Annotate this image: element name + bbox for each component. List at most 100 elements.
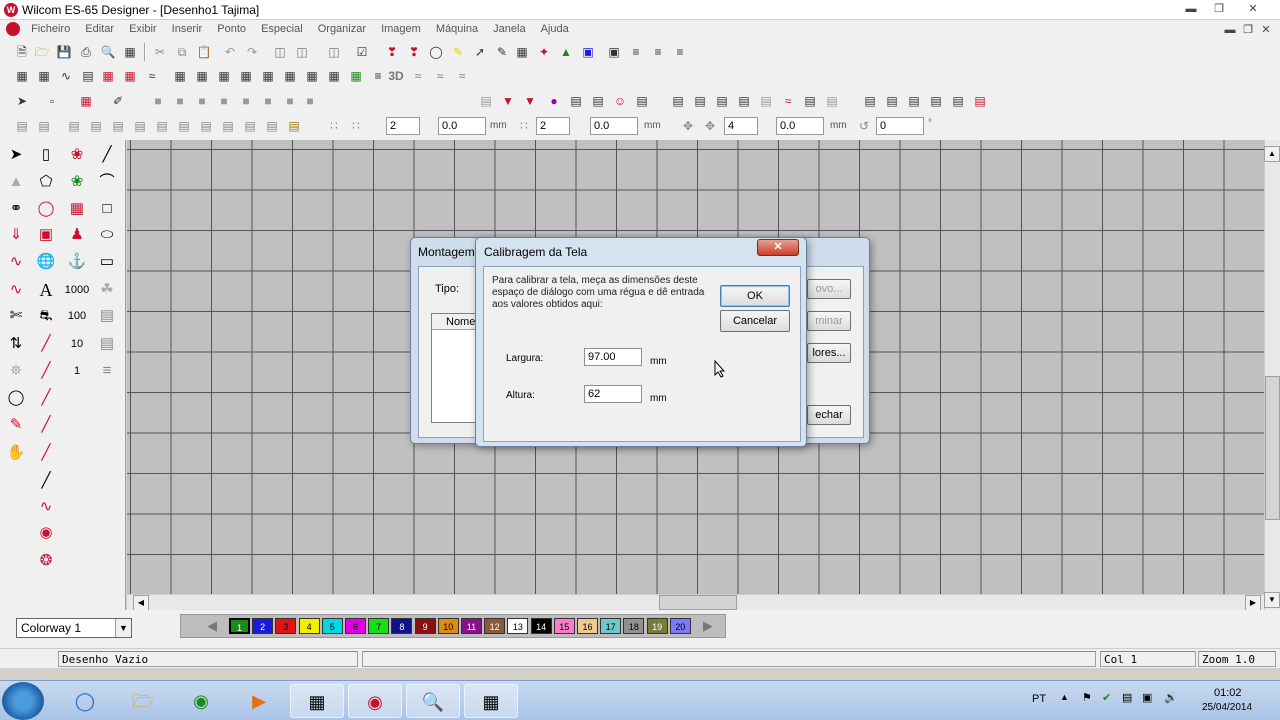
menu-editar[interactable]: Editar [79, 20, 120, 35]
rotate-icon[interactable]: ↺ [856, 118, 872, 134]
vertical-scrollbar[interactable]: ▲ ▼ [1264, 140, 1280, 610]
doc-close-button[interactable]: ✕ [1258, 22, 1274, 38]
satin-icon[interactable]: ▦ [14, 68, 30, 84]
explorer-icon[interactable]: 🗁 [116, 684, 170, 718]
machine3-icon[interactable]: ▤ [906, 93, 922, 109]
color-swatch[interactable]: 7 [368, 618, 390, 634]
color-swatch[interactable]: 15 [553, 618, 575, 634]
effect5-icon[interactable]: ▦ [260, 68, 276, 84]
list-icon[interactable]: ≡ [672, 44, 688, 60]
scroll-up-arrow-icon[interactable]: ▲ [1264, 146, 1280, 162]
wilcom-app-icon[interactable]: W [4, 3, 18, 17]
highlight-icon[interactable]: ✎ [450, 44, 466, 60]
network-icon[interactable]: ▣ [1142, 691, 1152, 704]
view4-icon[interactable]: ● [546, 93, 562, 109]
view3-icon[interactable]: ▼ [522, 93, 538, 109]
effect2-icon[interactable]: ▦ [194, 68, 210, 84]
cross-stitch-icon[interactable]: ▦ [122, 68, 138, 84]
app-taskbar-2-icon[interactable]: ▦ [464, 684, 518, 718]
pentagon-icon[interactable]: ⬠ [35, 171, 57, 193]
flower-icon[interactable]: ❀ [66, 144, 88, 166]
effect4-icon[interactable]: ▦ [238, 68, 254, 84]
redo-icon[interactable]: ↷ [244, 44, 260, 60]
effect9-icon[interactable]: ▦ [348, 68, 364, 84]
minimize-button[interactable]: ▬ [1180, 1, 1202, 17]
lines-icon[interactable]: ≡ [370, 68, 386, 84]
view-window-icon[interactable]: ▣ [606, 44, 622, 60]
stitch-tool-icon[interactable]: ✎ [5, 414, 27, 436]
outline-icon[interactable]: ◯ [428, 44, 444, 60]
rows-count-field[interactable]: 2 [386, 117, 420, 135]
machine-icon[interactable]: ▤ [96, 305, 118, 327]
stitch-line4-icon[interactable]: ╱ [35, 414, 57, 436]
fill-icon[interactable]: ▤ [80, 68, 96, 84]
color-swatch[interactable]: 18 [623, 618, 645, 634]
column-icon[interactable]: ⚓ [66, 251, 88, 273]
reshape-icon[interactable]: ▫ [44, 93, 60, 109]
select-arrow-icon[interactable]: ➤ [14, 93, 30, 109]
color-swatch[interactable]: 9 [414, 618, 436, 634]
arc-icon[interactable]: ⌒ [96, 171, 118, 193]
machine6-icon[interactable]: ▤ [972, 93, 988, 109]
stitch-cluster-icon[interactable]: ◉ [35, 522, 57, 544]
transform13-icon[interactable]: ▤ [286, 118, 302, 134]
effect8-icon[interactable]: ▦ [326, 68, 342, 84]
effect6-icon[interactable]: ▦ [282, 68, 298, 84]
lettering-icon[interactable]: A [35, 279, 57, 301]
node-edit-icon[interactable]: ╱ [35, 470, 57, 492]
zigzag-run-icon[interactable]: ∿ [5, 251, 27, 273]
tray-expand-icon[interactable]: ▲ [1060, 692, 1069, 702]
doc-minimize-button[interactable]: ▬ [1222, 22, 1238, 38]
stitch-fill-icon[interactable]: ▦ [66, 198, 88, 220]
stitch-circle-icon[interactable]: ◯ [35, 198, 57, 220]
tatami-icon[interactable]: ▦ [36, 68, 52, 84]
wilcom-search-taskbar-icon[interactable]: 🔍 [406, 684, 460, 718]
clock-date[interactable]: 25/04/2014 [1202, 702, 1252, 713]
color-swatch[interactable]: 4 [298, 618, 320, 634]
color-swatch[interactable]: 16 [577, 618, 598, 634]
print-icon[interactable]: ⎙ [78, 44, 94, 60]
vertical-scroll-thumb[interactable] [1265, 376, 1280, 520]
new-file-icon[interactable]: 🗎 [14, 44, 30, 60]
effect7-icon[interactable]: ▦ [304, 68, 320, 84]
array3-icon[interactable]: ∷ [516, 118, 532, 134]
flag-icon[interactable]: ⚑ [1082, 691, 1092, 704]
select-icon[interactable]: ➤ [5, 144, 27, 166]
hoop2-icon[interactable]: ▤ [692, 93, 708, 109]
hoop8-icon[interactable]: ▤ [824, 93, 840, 109]
checkbox-tool-icon[interactable]: ☑ [354, 44, 370, 60]
color-swatch[interactable]: 13 [507, 618, 529, 634]
transform12-icon[interactable]: ▤ [264, 118, 280, 134]
stitch-box-icon[interactable]: ▣ [35, 224, 57, 246]
stitch-radial-icon[interactable]: ❂ [35, 550, 57, 572]
maximize-button[interactable]: ❐ [1208, 1, 1230, 17]
sort-icon[interactable]: ≡ [650, 44, 666, 60]
row-spacing-field[interactable]: 0.0 [438, 117, 486, 135]
altura-field[interactable]: 62 [584, 385, 642, 403]
monogram-1-icon[interactable]: 1 [66, 360, 88, 382]
color-swatch[interactable]: 20 [669, 618, 691, 634]
open-folder-icon[interactable]: 🗁 [34, 44, 50, 60]
node-icon[interactable]: ▲ [5, 171, 27, 193]
align7-icon[interactable]: ■ [282, 93, 298, 109]
wave-icon[interactable]: ≈ [144, 68, 160, 84]
ie-icon[interactable]: ◯ [58, 684, 112, 718]
hoop7-icon[interactable]: ▤ [802, 93, 818, 109]
machine1-icon[interactable]: ▤ [862, 93, 878, 109]
copy-icon[interactable]: ⧉ [174, 44, 190, 60]
menu-ponto[interactable]: Ponto [211, 20, 252, 35]
effect10-icon[interactable]: ≈ [410, 68, 426, 84]
device-icon[interactable]: ▤ [1122, 691, 1132, 704]
transform4-icon[interactable]: ▤ [88, 118, 104, 134]
view7-icon[interactable]: ☺ [612, 93, 628, 109]
color-swatch[interactable]: 8 [391, 618, 413, 634]
transform8-icon[interactable]: ▤ [176, 118, 192, 134]
color-swatch[interactable]: 12 [484, 618, 506, 634]
color-swatch[interactable]: 19 [646, 618, 668, 634]
transform7-icon[interactable]: ▤ [154, 118, 170, 134]
media-player-icon[interactable]: ▶ [232, 684, 286, 718]
undo-icon[interactable]: ↶ [222, 44, 238, 60]
angle-field[interactable]: 0 [876, 117, 924, 135]
transform1-icon[interactable]: ▤ [14, 118, 30, 134]
eyedropper-icon[interactable]: ✎ [494, 44, 510, 60]
